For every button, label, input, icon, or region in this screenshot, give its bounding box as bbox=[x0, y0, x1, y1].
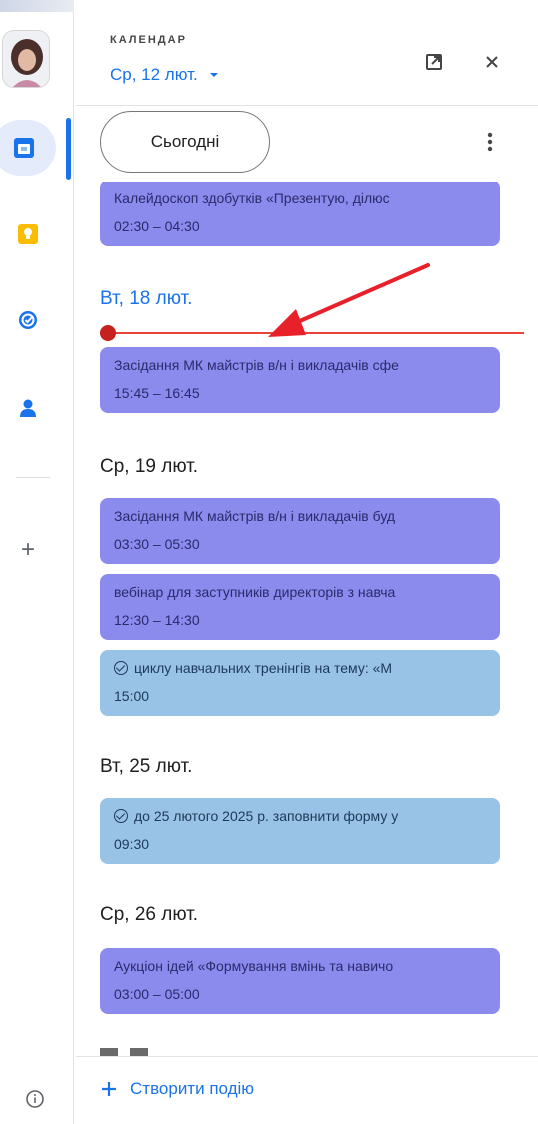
keep-rail-button[interactable] bbox=[0, 206, 56, 262]
day-heading: Ср, 26 лют. bbox=[100, 904, 199, 925]
task-card[interactable]: до 25 лютого 2025 р. заповнити форму у 0… bbox=[100, 798, 500, 864]
selected-date: Ср, 12 лют. bbox=[110, 65, 198, 84]
task-time: 15:00 bbox=[114, 688, 150, 704]
create-event-label: Створити подію bbox=[130, 1079, 255, 1098]
current-time-dot bbox=[100, 325, 116, 341]
event-time: 15:45 – 16:45 bbox=[114, 385, 200, 401]
add-addon-button[interactable]: + bbox=[0, 522, 56, 578]
event-title: Засідання МК майстрів в/н і викладачів с… bbox=[114, 357, 399, 373]
panel-title: КАЛЕНДАР bbox=[110, 34, 187, 46]
close-panel-button[interactable] bbox=[474, 44, 510, 80]
task-title-text: циклу навчальних тренінгів на тему: «М bbox=[134, 660, 393, 676]
event-time: 03:00 – 05:00 bbox=[114, 986, 200, 1002]
keep-icon bbox=[18, 224, 38, 244]
tasks-rail-button[interactable] bbox=[0, 292, 56, 348]
panel-header: КАЛЕНДАР Ср, 12 лют. bbox=[76, 0, 538, 110]
more-vert-icon bbox=[487, 132, 493, 152]
task-check-icon bbox=[114, 661, 128, 675]
event-title: Аукціон ідей «Формування вмінь та навичо bbox=[114, 958, 394, 974]
top-strip bbox=[0, 0, 74, 12]
rail-divider bbox=[16, 477, 50, 478]
tasks-icon bbox=[19, 311, 37, 329]
annotation-arrow-icon bbox=[268, 263, 430, 337]
day-heading: Ср, 19 лют. bbox=[100, 456, 199, 477]
create-event-button[interactable]: Створити подію bbox=[100, 1079, 254, 1099]
task-title: циклу навчальних тренінгів на тему: «М bbox=[114, 658, 500, 678]
close-icon bbox=[486, 56, 498, 68]
event-card[interactable]: Аукціон ідей «Формування вмінь та навичо… bbox=[100, 948, 500, 1014]
open-in-new-icon bbox=[426, 54, 442, 70]
plus-icon bbox=[102, 1082, 116, 1096]
task-time: 09:30 bbox=[114, 836, 150, 852]
event-title: Засідання МК майстрів в/н і викладачів б… bbox=[114, 508, 396, 524]
event-time: 03:30 – 05:30 bbox=[114, 536, 200, 552]
day-heading: Вт, 25 лют. bbox=[100, 756, 193, 777]
avatar[interactable] bbox=[2, 30, 50, 88]
task-title: до 25 лютого 2025 р. заповнити форму у bbox=[114, 806, 500, 826]
task-check-icon bbox=[114, 809, 128, 823]
task-title-text: до 25 лютого 2025 р. заповнити форму у bbox=[134, 808, 399, 824]
next-day-heading-partial bbox=[100, 1048, 160, 1056]
contacts-rail-button[interactable] bbox=[0, 380, 56, 436]
calendar-rail-button[interactable] bbox=[0, 120, 56, 176]
date-selector[interactable]: Ср, 12 лют. bbox=[110, 63, 220, 87]
today-button[interactable]: Сьогодні bbox=[100, 111, 270, 173]
event-card[interactable]: вебінар для заступників директорів з нав… bbox=[100, 574, 500, 640]
chevron-down-icon bbox=[209, 73, 218, 77]
contacts-icon bbox=[20, 399, 36, 417]
event-time: 02:30 – 04:30 bbox=[114, 218, 200, 234]
avatar-image bbox=[3, 31, 49, 87]
panel-footer: Створити подію bbox=[76, 1056, 538, 1124]
info-icon[interactable] bbox=[22, 1086, 48, 1112]
plus-icon: + bbox=[20, 536, 35, 563]
event-card[interactable]: Калейдоскоп здобутків «Презентую, ділюс … bbox=[100, 182, 500, 246]
event-card[interactable]: Засідання МК майстрів в/н і викладачів б… bbox=[100, 498, 500, 564]
calendar-side-panel: КАЛЕНДАР Ср, 12 лют. Сьогодні Калейдоско… bbox=[76, 0, 538, 1124]
event-title: Калейдоскоп здобутків «Презентую, ділюс bbox=[114, 190, 390, 206]
event-time: 12:30 – 14:30 bbox=[114, 612, 200, 628]
task-card[interactable]: циклу навчальних тренінгів на тему: «М 1… bbox=[100, 650, 500, 716]
side-rail: + bbox=[0, 0, 74, 1124]
event-title: вебінар для заступників директорів з нав… bbox=[114, 584, 396, 600]
agenda-list[interactable]: Калейдоскоп здобутків «Презентую, ділюс … bbox=[76, 182, 524, 1056]
open-in-new-tab-button[interactable] bbox=[416, 44, 452, 80]
day-heading-today: Вт, 18 лют. bbox=[100, 288, 193, 309]
more-options-button[interactable] bbox=[472, 124, 508, 160]
panel-toolbar: Сьогодні bbox=[76, 106, 538, 182]
active-indicator bbox=[66, 118, 71, 180]
calendar-icon bbox=[14, 138, 34, 158]
